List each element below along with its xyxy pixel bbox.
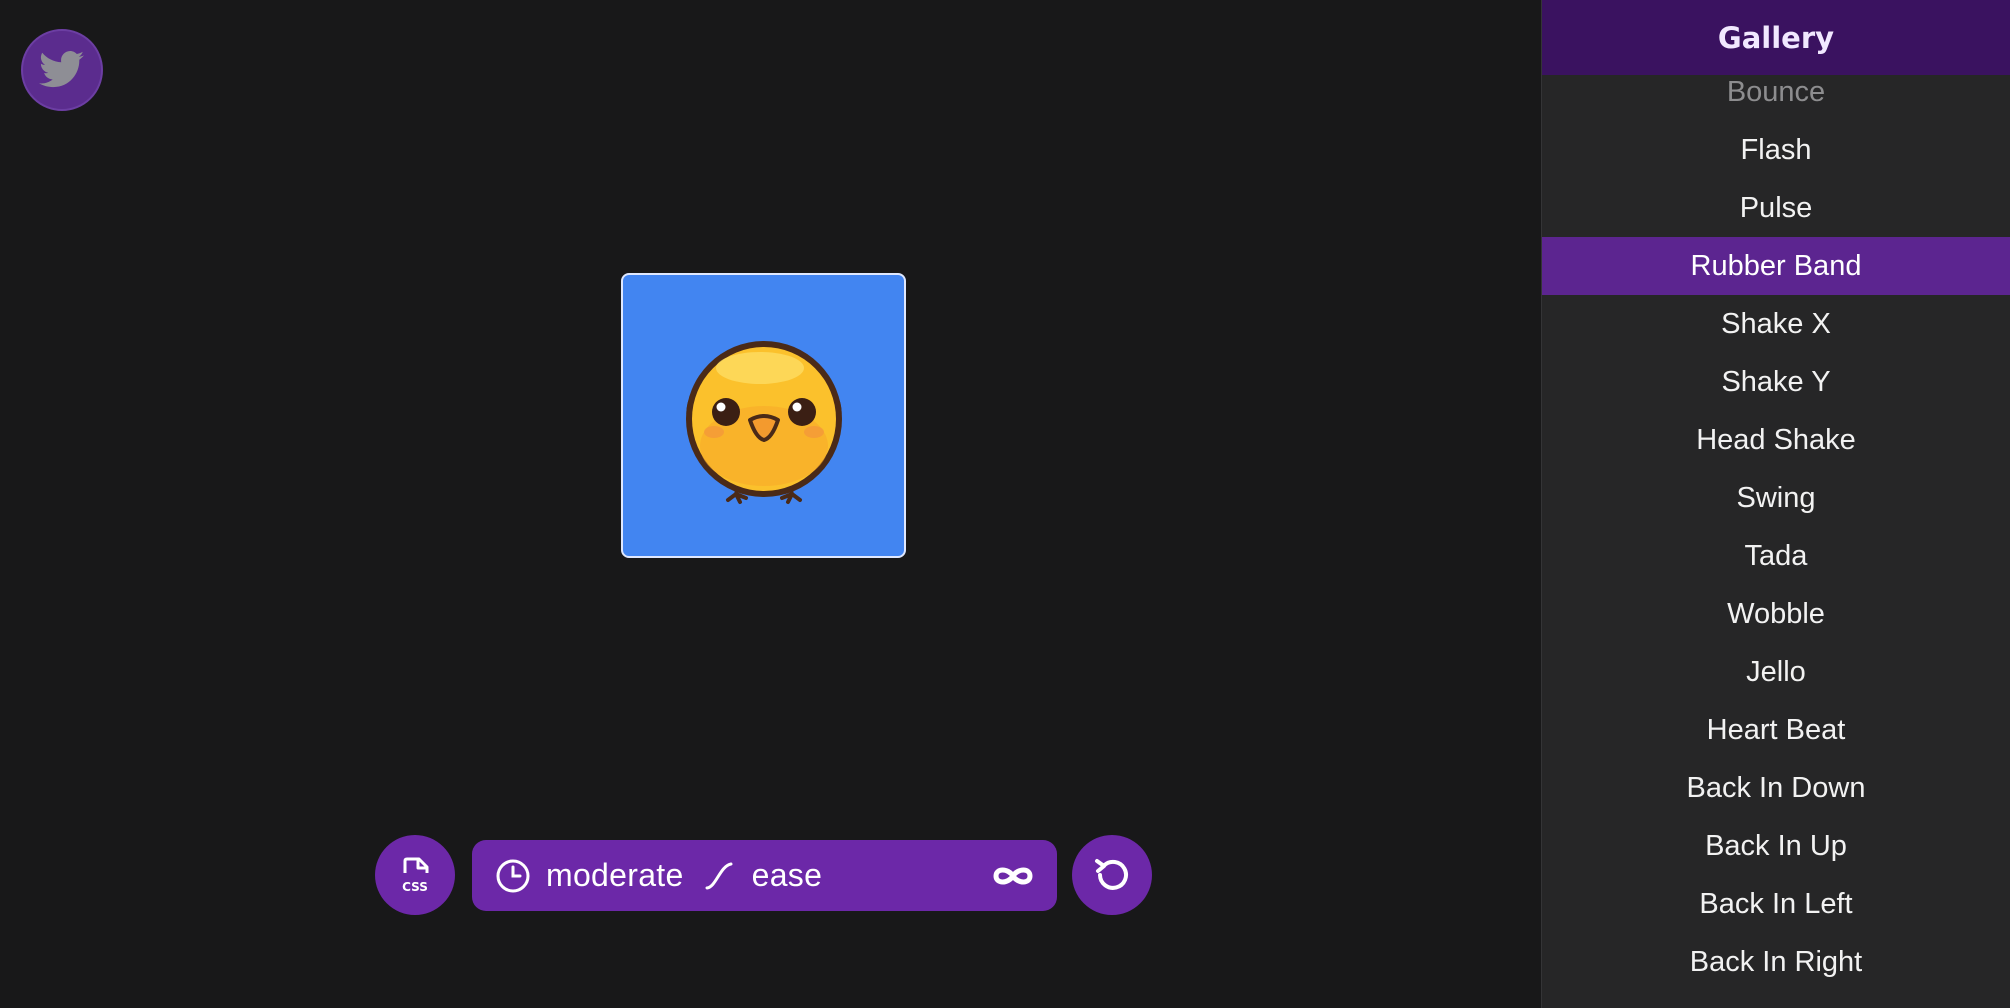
replay-icon (1095, 859, 1128, 890)
list-item-pulse[interactable]: Pulse (1542, 179, 2010, 237)
list-item-back-in-left[interactable]: Back In Left (1542, 875, 2010, 933)
easing-select[interactable]: ease (752, 857, 823, 894)
easing-curve-icon[interactable] (704, 861, 734, 891)
list-item-rubber-band[interactable]: Rubber Band (1542, 237, 2010, 295)
list-item-heart-beat[interactable]: Heart Beat (1542, 701, 2010, 759)
gallery-header: Gallery (1542, 0, 2010, 75)
infinity-icon[interactable] (991, 863, 1035, 889)
list-item-partial[interactable]: Back In... (1542, 991, 2010, 1008)
list-item-shake-y[interactable]: Shake Y (1542, 353, 2010, 411)
svg-text:CSS: CSS (402, 880, 428, 894)
list-item-flash[interactable]: Flash (1542, 121, 2010, 179)
list-item-jello[interactable]: Jello (1542, 643, 2010, 701)
list-item-back-in-right[interactable]: Back In Right (1542, 933, 2010, 991)
replay-button[interactable] (1072, 835, 1152, 915)
gallery-title: Gallery (1717, 20, 1835, 55)
list-item-wobble[interactable]: Wobble (1542, 585, 2010, 643)
list-item-swing[interactable]: Swing (1542, 469, 2010, 527)
gallery-sidebar: Gallery Bounce Flash Pulse Rubber Band S… (1541, 0, 2010, 1008)
list-item-shake-x[interactable]: Shake X (1542, 295, 2010, 353)
clock-icon[interactable] (494, 857, 532, 895)
chick-image (685, 340, 842, 504)
duration-select[interactable]: moderate (546, 857, 684, 894)
list-item-tada[interactable]: Tada (1542, 527, 2010, 585)
animation-list: Bounce Flash Pulse Rubber Band Shake X S… (1542, 63, 2010, 1008)
twitter-share-button[interactable] (21, 29, 103, 111)
list-item-head-shake[interactable]: Head Shake (1542, 411, 2010, 469)
animation-preview-box[interactable] (621, 273, 906, 558)
css-export-button[interactable]: CSS (375, 835, 455, 915)
preview-stage: CSS moderate ease (0, 0, 1541, 1008)
twitter-icon (39, 51, 85, 88)
animation-controls-bar: moderate ease (472, 840, 1057, 911)
list-item-back-in-down[interactable]: Back In Down (1542, 759, 2010, 817)
css-file-icon: CSS (402, 857, 429, 894)
list-item-back-in-up[interactable]: Back In Up (1542, 817, 2010, 875)
